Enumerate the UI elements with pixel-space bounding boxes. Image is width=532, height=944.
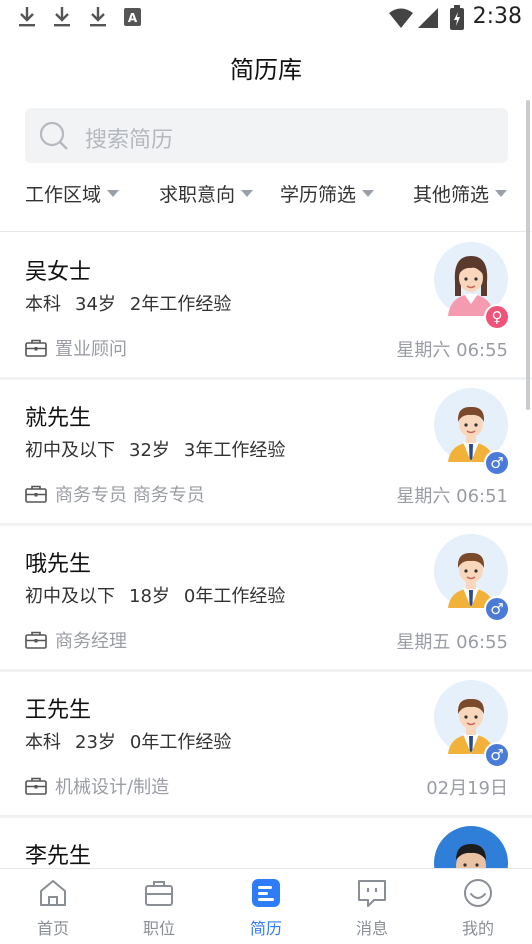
candidate-age: 34岁 [75, 294, 116, 315]
avatar: ♂ [434, 388, 510, 476]
male-icon: ♂ [484, 742, 510, 768]
tab-label: 首页 [36, 919, 69, 938]
candidate-age: 32岁 [129, 440, 170, 461]
wifi-icon [389, 8, 413, 28]
candidate-name: 就先生 [25, 406, 92, 431]
filter-bar: 工作区域 求职意向 学历筛选 其他筛选 [0, 180, 532, 210]
status-time: 2:38 [472, 4, 522, 29]
filter-label: 学历筛选 [280, 184, 357, 206]
position-label: 商务专员 商务专员 [55, 485, 205, 506]
avatar: ♂ [434, 534, 510, 622]
candidate-name: 李先生 [25, 844, 92, 868]
candidate-meta: 初中及以下 32岁 3年工作经验 [25, 436, 299, 462]
filter-other[interactable]: 其他筛选 [413, 180, 508, 207]
home-icon [40, 880, 66, 906]
resume-card[interactable]: 王先生 本科 23岁 0年工作经验 机械设计/制造 02月19日 ♂ [0, 670, 532, 815]
male-icon: ♂ [484, 596, 510, 622]
candidate-education: 本科 [25, 294, 61, 315]
candidate-education: 初中及以下 [25, 586, 115, 607]
filter-work-area[interactable]: 工作区域 [25, 180, 120, 207]
update-time: 02月19日 [426, 778, 508, 799]
tab-label: 职位 [142, 919, 175, 938]
candidate-position: 商务专员 商务专员 [25, 481, 205, 507]
candidate-name: 哦先生 [25, 552, 92, 577]
resume-card[interactable]: 吴女士 本科 34岁 2年工作经验 置业顾问 星期六 06:55 ♀ [0, 232, 532, 377]
candidate-experience: 2年工作经验 [129, 294, 232, 315]
male-icon: ♂ [484, 450, 510, 476]
candidate-age: 23岁 [75, 732, 116, 753]
avatar: ♂ [434, 680, 510, 768]
search-placeholder: 搜索简历 [85, 128, 174, 153]
profile-icon [464, 879, 492, 907]
resume-card[interactable]: 哦先生 初中及以下 18岁 0年工作经验 商务经理 星期五 06:55 ♂ [0, 524, 532, 669]
download-icon [54, 7, 70, 27]
avatar [434, 826, 508, 868]
filter-label: 工作区域 [25, 184, 102, 206]
tab-profile[interactable]: 我的 [438, 877, 518, 939]
caret-down-icon [495, 190, 508, 197]
candidate-meta: 初中及以下 18岁 0年工作经验 [25, 582, 299, 608]
candidate-meta: 本科 23岁 0年工作经验 [25, 728, 245, 754]
tab-label: 消息 [355, 919, 388, 938]
caret-down-icon [107, 190, 120, 197]
photo-avatar-icon [434, 826, 508, 868]
candidate-experience: 0年工作经验 [129, 732, 232, 753]
tab-label: 我的 [461, 919, 494, 938]
search-icon [39, 121, 68, 150]
candidate-experience: 3年工作经验 [183, 440, 286, 461]
font-a-icon: A [124, 8, 141, 26]
page-title: 简历库 [230, 56, 302, 84]
candidate-name: 吴女士 [25, 260, 92, 285]
tab-messages[interactable]: 消息 [332, 877, 412, 939]
battery-icon [450, 5, 464, 30]
female-icon: ♀ [484, 304, 510, 330]
caret-down-icon [362, 190, 375, 197]
tab-home[interactable]: 首页 [13, 877, 93, 939]
caret-down-icon [241, 190, 254, 197]
download-icon [19, 7, 35, 27]
message-icon [358, 880, 386, 907]
resume-icon [252, 879, 280, 907]
tab-jobs[interactable]: 职位 [119, 877, 199, 939]
svg-text:A: A [128, 11, 138, 25]
candidate-experience: 0年工作经验 [183, 586, 286, 607]
position-label: 置业顾问 [55, 339, 127, 360]
candidate-age: 18岁 [129, 586, 170, 607]
filter-education[interactable]: 学历筛选 [280, 180, 375, 207]
briefcase-icon [25, 631, 47, 649]
position-label: 机械设计/制造 [55, 777, 170, 798]
tab-label: 简历 [249, 919, 282, 938]
search-input[interactable]: 搜索简历 [25, 108, 508, 163]
briefcase-icon [25, 485, 47, 503]
download-icon [90, 7, 106, 27]
position-label: 商务经理 [55, 631, 127, 652]
resume-card[interactable]: 就先生 初中及以下 32岁 3年工作经验 商务专员 商务专员 星期六 06:51 ♂ [0, 378, 532, 523]
filter-label: 求职意向 [159, 184, 236, 206]
candidate-position: 机械设计/制造 [25, 773, 169, 799]
tab-resume[interactable]: 简历 [226, 877, 306, 939]
briefcase-icon [25, 339, 47, 357]
update-time: 星期五 06:55 [396, 632, 508, 653]
scrollbar[interactable] [526, 100, 530, 410]
filter-label: 其他筛选 [413, 184, 490, 206]
candidate-name: 王先生 [25, 698, 92, 723]
bottom-tab-bar: 首页 职位 简历 消息 我的 [0, 868, 532, 944]
avatar: ♀ [434, 242, 510, 330]
candidate-position: 商务经理 [25, 627, 127, 653]
filter-job-intention[interactable]: 求职意向 [159, 180, 254, 207]
update-time: 星期六 06:51 [396, 486, 508, 507]
resume-card[interactable]: 李先生 [0, 816, 532, 868]
update-time: 星期六 06:55 [396, 340, 508, 361]
briefcase-icon [145, 881, 173, 906]
signal-icon [418, 8, 438, 28]
briefcase-icon [25, 777, 47, 795]
candidate-meta: 本科 34岁 2年工作经验 [25, 290, 245, 316]
status-bar: A 2:38 [0, 0, 532, 36]
candidate-position: 置业顾问 [25, 335, 127, 361]
candidate-education: 初中及以下 [25, 440, 115, 461]
candidate-education: 本科 [25, 732, 61, 753]
